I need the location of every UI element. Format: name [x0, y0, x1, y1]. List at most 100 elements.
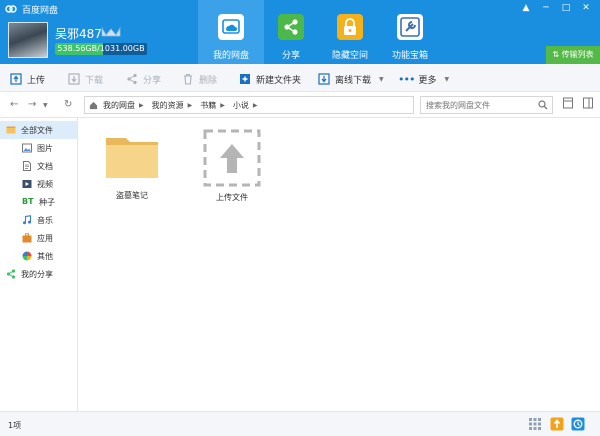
toolbar: 上传 下载 分享 删除 新建文件夹 离线下载 ▼ ••• 更多 ▼: [0, 64, 600, 92]
offline-download-label: 离线下载: [335, 75, 372, 86]
close-button[interactable]: ✕: [576, 1, 596, 15]
sidebar-item-images[interactable]: 图片: [0, 139, 77, 157]
new-folder-icon: [240, 74, 250, 84]
sidebar-item-label: 种子: [39, 197, 55, 207]
new-folder-button[interactable]: 新建文件夹: [239, 72, 301, 86]
sidebar-item-apps[interactable]: 应用: [0, 229, 77, 247]
sidebar-item-torrents[interactable]: BT 种子: [0, 193, 77, 211]
file-grid: 盗墓笔记 上传文件: [78, 118, 600, 411]
breadcrumb-separator-icon: ▶: [139, 101, 144, 109]
download-button[interactable]: 下载: [68, 72, 103, 86]
breadcrumb-separator-icon: ▶: [252, 101, 258, 109]
share-label: 分享: [143, 75, 162, 86]
folder-item[interactable]: 盗墓笔记: [100, 132, 164, 201]
header-bar: 百度网盘 ▲ ─ □ ✕ 吴邪487 538.56GB/1031.00GB 我的…: [0, 0, 600, 64]
quota-text: 538.56GB/1031.00GB: [57, 44, 145, 53]
grid-view-icon[interactable]: [528, 417, 542, 431]
sidebar-item-label: 应用: [37, 233, 53, 243]
avatar[interactable]: [8, 22, 48, 58]
history-dropdown-icon[interactable]: ▼: [43, 102, 48, 109]
home-icon[interactable]: [89, 101, 98, 110]
breadcrumb-item[interactable]: 书籍: [200, 100, 216, 111]
maximize-button[interactable]: □: [556, 1, 576, 15]
details-pane-icon[interactable]: [583, 97, 593, 109]
more-dots-icon: •••: [398, 72, 415, 86]
skin-button[interactable]: ▲: [516, 1, 536, 15]
tab-my-netdisk[interactable]: 我的网盘: [198, 0, 264, 64]
app-box-icon: [22, 233, 32, 243]
app-title: 百度网盘: [22, 6, 59, 16]
share-button[interactable]: 分享: [126, 72, 161, 86]
message-icon[interactable]: [571, 417, 585, 431]
trash-icon: [184, 73, 192, 85]
sidebar-item-documents[interactable]: 文档: [0, 157, 77, 175]
item-count: 1项: [8, 421, 22, 430]
other-icon: [22, 251, 32, 261]
all-files-icon: [6, 126, 16, 134]
more-button[interactable]: ••• 更多 ▼: [398, 72, 449, 86]
sidebar-item-videos[interactable]: 视频: [0, 175, 77, 193]
folder-name: 盗墓笔记: [116, 191, 148, 200]
sidebar-item-other[interactable]: 其他: [0, 247, 77, 265]
sidebar-item-label: 视频: [37, 179, 53, 189]
breadcrumb-separator-icon: ▶: [220, 101, 225, 109]
vip-badge-icon[interactable]: [100, 26, 122, 38]
sidebar-item-label: 我的分享: [21, 269, 53, 279]
upload-label: 上传: [27, 75, 46, 86]
search-input[interactable]: [421, 97, 531, 113]
username[interactable]: 吴邪487: [55, 25, 102, 42]
transfer-icon: ⇅: [552, 50, 562, 59]
tab-hidden-space[interactable]: 隐藏空间: [317, 0, 383, 64]
breadcrumb-item[interactable]: 小说: [233, 100, 249, 111]
tab-label: 我的网盘: [212, 51, 249, 61]
tab-label: 隐藏空间: [331, 51, 368, 61]
tab-label: 功能宝箱: [391, 51, 428, 61]
sidebar-item-label: 图片: [37, 143, 53, 153]
folder-icon: [106, 138, 158, 178]
sidebar-item-label: 文档: [37, 161, 53, 171]
list-view-icon[interactable]: [563, 97, 573, 109]
offline-download-button[interactable]: 离线下载 ▼: [318, 72, 384, 86]
upload-status-icon[interactable]: [550, 417, 564, 431]
breadcrumb-item[interactable]: 我的网盘: [103, 100, 135, 111]
upload-button[interactable]: 上传: [10, 72, 45, 86]
back-arrow-icon[interactable]: ←: [10, 99, 18, 110]
cloud-drive-icon: [218, 14, 244, 40]
download-label: 下载: [85, 75, 104, 86]
sidebar-item-music[interactable]: 音乐: [0, 211, 77, 229]
share-icon: [278, 14, 304, 40]
search-icon[interactable]: [538, 100, 548, 110]
sidebar-item-label: 全部文件: [21, 125, 53, 135]
upload-icon: [10, 73, 22, 85]
sidebar: 全部文件 图片 文档 视频 BT 种子 音乐 应用 其他 我的分享: [0, 118, 78, 411]
quota-bar: 538.56GB/1031.00GB: [55, 43, 147, 55]
breadcrumb: 我的网盘 ▶ 我的资源 ▶ 书籍 ▶ 小说 ▶: [84, 96, 414, 114]
tab-label: 分享: [281, 51, 300, 61]
toolbox-icon: [397, 14, 423, 40]
delete-button[interactable]: 删除: [182, 72, 217, 86]
document-icon: [23, 161, 31, 171]
delete-label: 删除: [199, 75, 218, 86]
breadcrumb-item[interactable]: 我的资源: [152, 100, 184, 111]
address-bar: ← → ▼ ↻ 我的网盘 ▶ 我的资源 ▶ 书籍 ▶ 小说 ▶: [0, 92, 600, 118]
share-icon: [127, 73, 137, 85]
minimize-button[interactable]: ─: [536, 1, 556, 15]
tab-share[interactable]: 分享: [258, 0, 324, 64]
upload-file-label: 上传文件: [216, 193, 248, 202]
chevron-down-icon: ▼: [444, 75, 450, 83]
tab-toolbox[interactable]: 功能宝箱: [377, 0, 443, 64]
refresh-icon[interactable]: ↻: [64, 99, 72, 110]
bt-icon: BT: [22, 197, 34, 206]
video-icon: [22, 180, 32, 188]
sidebar-item-all-files[interactable]: 全部文件: [0, 121, 77, 139]
transfer-list-button[interactable]: ⇅ 传输列表: [546, 46, 600, 64]
offline-download-icon: [318, 73, 330, 85]
transfer-list-label: 传输列表: [561, 50, 594, 59]
sidebar-item-label: 音乐: [37, 215, 53, 225]
more-label: 更多: [418, 75, 437, 86]
download-icon: [68, 73, 80, 85]
upload-file-tile[interactable]: 上传文件: [200, 128, 264, 203]
image-icon: [22, 143, 32, 153]
forward-arrow-icon[interactable]: →: [28, 99, 36, 110]
sidebar-item-my-shares[interactable]: 我的分享: [0, 265, 77, 283]
